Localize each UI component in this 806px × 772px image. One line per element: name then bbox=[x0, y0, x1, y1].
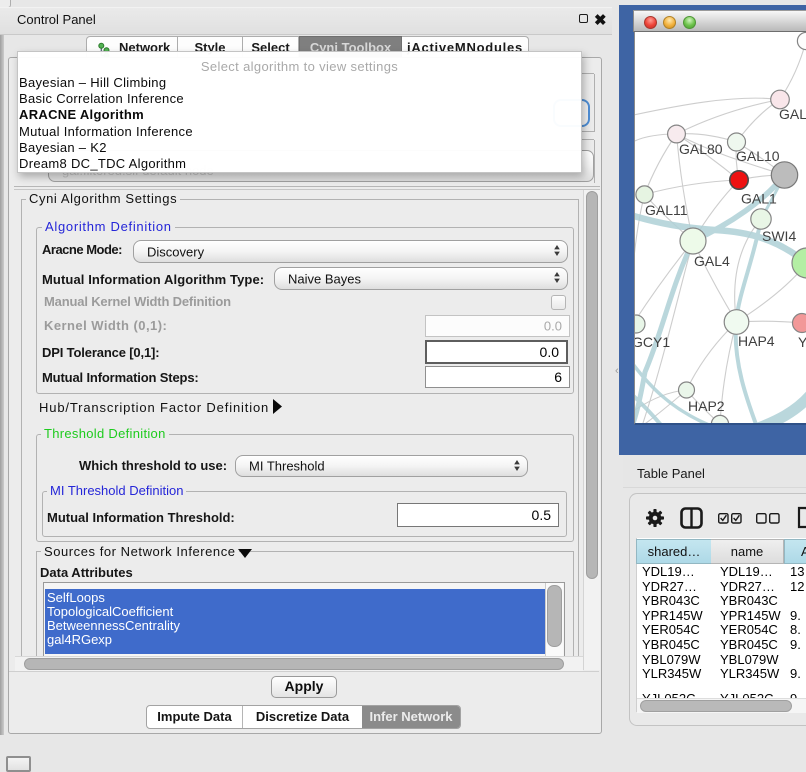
svg-text:GAL11: GAL11 bbox=[645, 202, 688, 218]
svg-text:YM: YM bbox=[798, 334, 806, 350]
svg-text:HAP4: HAP4 bbox=[738, 333, 775, 349]
svg-text:HAP2: HAP2 bbox=[688, 398, 725, 414]
svg-text:GCY1: GCY1 bbox=[635, 334, 670, 350]
svg-text:SWI4: SWI4 bbox=[762, 228, 796, 244]
svg-text:GAL10: GAL10 bbox=[736, 148, 780, 164]
svg-text:GAL2: GAL2 bbox=[779, 106, 806, 122]
svg-text:GAL1: GAL1 bbox=[741, 191, 777, 207]
svg-text:GAL80: GAL80 bbox=[679, 141, 723, 157]
svg-text:GAL4: GAL4 bbox=[694, 253, 730, 269]
